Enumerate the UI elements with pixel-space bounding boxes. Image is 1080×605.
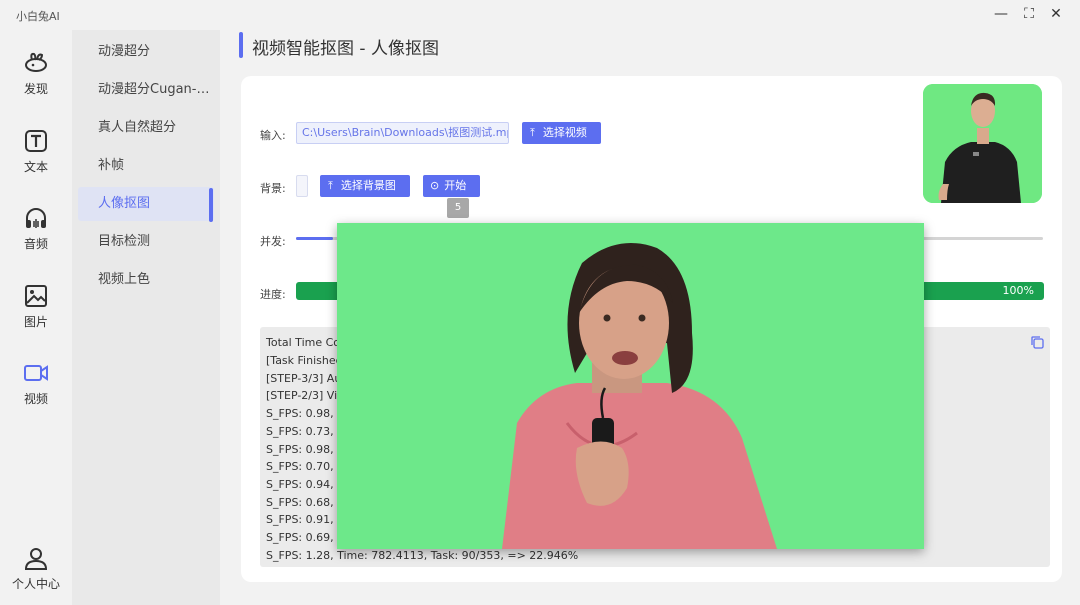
background-field[interactable] bbox=[296, 175, 308, 197]
image-icon bbox=[25, 285, 47, 307]
minimize-button[interactable]: — bbox=[990, 4, 1012, 24]
start-label: 开始 bbox=[444, 179, 467, 192]
subnav-item-anime-sr[interactable]: 动漫超分 bbox=[78, 35, 214, 69]
progress-label: 进度: bbox=[260, 288, 286, 301]
log-line: S_FPS: 0.91, T bbox=[266, 513, 344, 526]
input-path-field[interactable]: C:\Users\Brain\Downloads\抠图测试.mp4 bbox=[296, 122, 509, 144]
log-line: S_FPS: 0.70, T bbox=[266, 460, 344, 473]
source-video-thumbnail bbox=[923, 84, 1042, 203]
person-illustration bbox=[923, 84, 1042, 203]
matting-preview-window[interactable] bbox=[337, 223, 924, 549]
nav-video-label: 视频 bbox=[23, 392, 48, 406]
nav-profile-label: 个人中心 bbox=[11, 577, 60, 591]
app-title: 小白兔AI bbox=[16, 10, 60, 23]
select-video-label: 选择视频 bbox=[542, 126, 587, 139]
log-line: [STEP-3/3] Au bbox=[266, 372, 342, 385]
input-label: 输入: bbox=[260, 129, 286, 142]
concurrency-label: 并发: bbox=[260, 235, 286, 248]
user-icon bbox=[24, 548, 48, 570]
subnav-item-frame-interpolation[interactable]: 补帧 bbox=[78, 149, 214, 183]
background-label: 背景: bbox=[260, 182, 286, 195]
portrait-frame bbox=[337, 223, 924, 549]
title-accent-bar bbox=[239, 32, 243, 58]
value-tooltip: 5 bbox=[447, 198, 469, 218]
nav-discover[interactable]: 发现 bbox=[0, 40, 72, 110]
rabbit-icon bbox=[25, 52, 47, 72]
progress-percent: 100% bbox=[1002, 284, 1034, 297]
log-line: S_FPS: 0.69, T bbox=[266, 531, 344, 544]
play-icon: ⊙ bbox=[430, 179, 440, 192]
video-icon bbox=[24, 365, 48, 381]
start-button[interactable]: ⊙ 开始 bbox=[423, 175, 480, 197]
page-title: 视频智能抠图 - 人像抠图 bbox=[252, 39, 439, 59]
select-video-button[interactable]: ⤒ 选择视频 bbox=[522, 122, 601, 144]
primary-nav: 发现 文本 音频 图片 视频 个人中心 bbox=[0, 30, 72, 605]
log-line: S_FPS: 1.28, Time: 782.4113, Task: 90/35… bbox=[266, 549, 579, 562]
upload-icon: ⤒ bbox=[328, 179, 333, 192]
nav-video[interactable]: 视频 bbox=[0, 350, 72, 420]
log-line: S_FPS: 0.98, T bbox=[266, 407, 344, 420]
subnav-item-video-colorize[interactable]: 视频上色 bbox=[78, 263, 214, 297]
nav-profile[interactable]: 个人中心 bbox=[0, 535, 72, 605]
nav-image[interactable]: 图片 bbox=[0, 273, 72, 343]
nav-image-label: 图片 bbox=[23, 315, 48, 329]
subnav-item-anime-sr-cugan[interactable]: 动漫超分Cugan-… bbox=[78, 73, 214, 107]
maximize-button[interactable]: ⛶ bbox=[1018, 4, 1040, 24]
concurrency-slider-fill bbox=[296, 237, 334, 240]
upload-icon: ⤒ bbox=[530, 126, 535, 139]
nav-text-label: 文本 bbox=[23, 160, 48, 174]
log-line: [Task Finished bbox=[266, 354, 343, 367]
subnav-item-object-detection[interactable]: 目标检测 bbox=[78, 225, 214, 259]
close-button[interactable]: ✕ bbox=[1045, 4, 1067, 24]
active-indicator bbox=[209, 188, 213, 222]
log-line: [STEP-2/3] Vi bbox=[266, 389, 338, 402]
log-line: Total Time Co bbox=[266, 336, 341, 349]
nav-audio[interactable]: 音频 bbox=[0, 195, 72, 265]
nav-text[interactable]: 文本 bbox=[0, 118, 72, 188]
copy-icon[interactable] bbox=[1030, 335, 1044, 349]
log-line: S_FPS: 0.68, T bbox=[266, 496, 344, 509]
subnav-item-portrait-matting[interactable]: 人像抠图 bbox=[78, 187, 214, 221]
title-bar: 小白兔AI — ⛶ ✕ bbox=[0, 0, 1080, 30]
secondary-nav: 动漫超分 动漫超分Cugan-… 真人自然超分 补帧 人像抠图 目标检测 视频上… bbox=[72, 30, 220, 605]
log-line: S_FPS: 0.73, T bbox=[266, 425, 344, 438]
log-line: S_FPS: 0.94, T bbox=[266, 478, 344, 491]
nav-discover-label: 发现 bbox=[23, 82, 48, 96]
select-background-label: 选择背景图 bbox=[340, 179, 396, 192]
subnav-item-realistic-sr[interactable]: 真人自然超分 bbox=[78, 111, 214, 145]
select-background-button[interactable]: ⤒ 选择背景图 bbox=[320, 175, 410, 197]
headphones-icon bbox=[26, 208, 46, 228]
nav-audio-label: 音频 bbox=[23, 237, 48, 251]
text-icon bbox=[25, 130, 47, 152]
log-line: S_FPS: 0.98, T bbox=[266, 443, 344, 456]
